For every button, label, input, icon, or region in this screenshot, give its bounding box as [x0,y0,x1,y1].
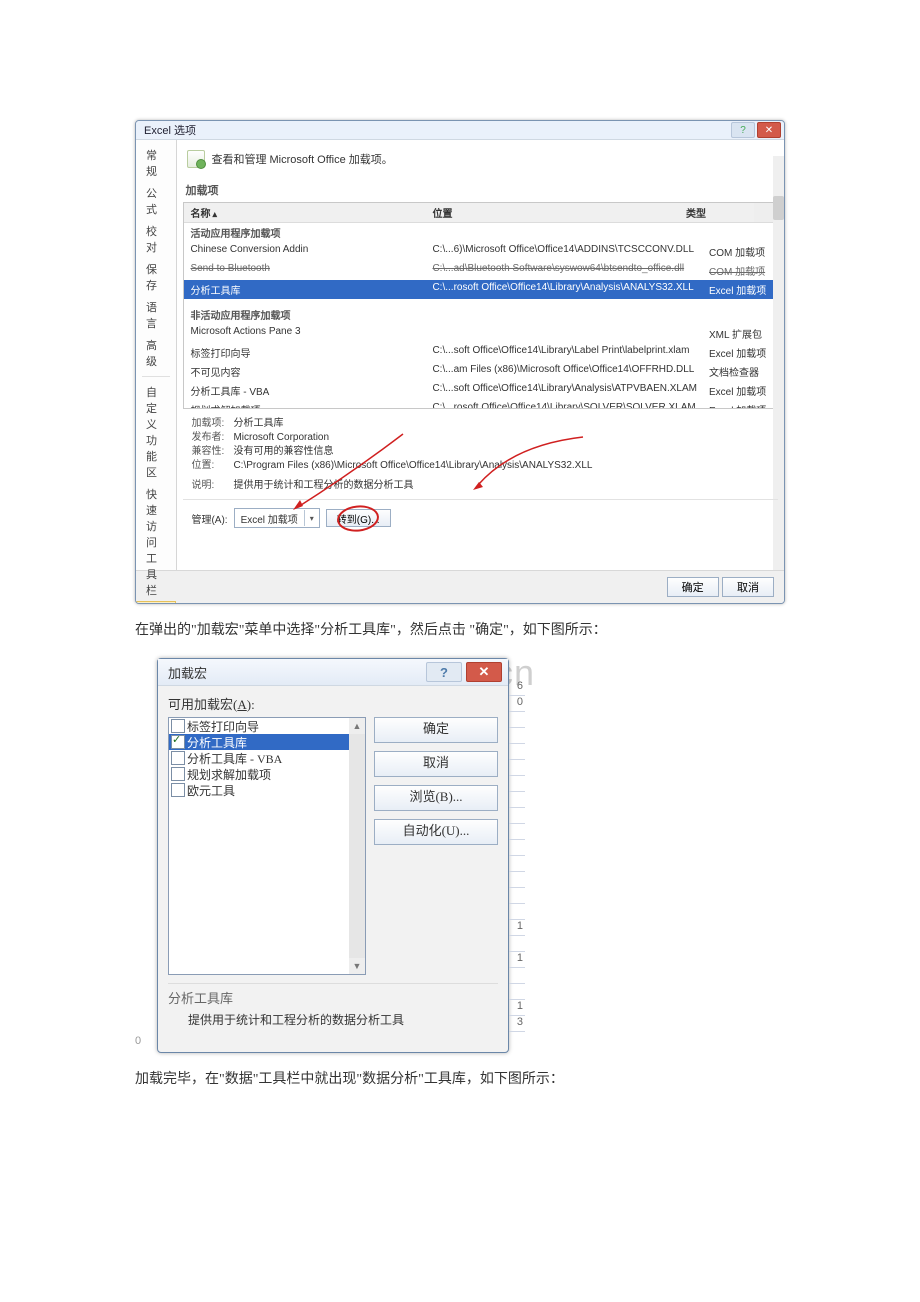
close-icon[interactable]: ✕ [757,122,781,138]
table-row[interactable]: Send to BluetoothC:\...ad\Bluetooth Soft… [184,261,777,280]
dlg2-titlebar[interactable]: 加载宏 ? ✕ [158,659,508,686]
manage-row: 管理(A): Excel 加载项 ▾ 转到(G)... [183,500,778,530]
excel-options-dialog: Excel 选项 ? ✕ 常规公式校对保存语言高级自定义功能区快速访问工具栏加载… [135,120,785,604]
sidebar-item[interactable]: 校对 [136,220,176,258]
available-addins-label: 可用加载宏(A): [168,694,498,713]
sheet-right-edge: 601113 [509,658,525,1053]
section-title: 加载项 [185,182,778,198]
cancel-button[interactable]: 取消 [722,577,774,597]
table-row[interactable]: 分析工具库C:\...rosoft Office\Office14\Librar… [184,280,777,299]
automation-button[interactable]: 自动化(U)... [374,819,498,845]
addins-listbox[interactable]: 标签打印向导分析工具库分析工具库 - VBA规划求解加载项欧元工具 ▲ ▼ [168,717,366,975]
paragraph-1: 在弹出的"加载宏"菜单中选择"分析工具库"，然后点击 "确定"，如下图所示： [135,620,785,642]
list-item[interactable]: 分析工具库 - VBA [169,750,365,766]
ok-button[interactable]: 确定 [374,717,498,743]
left-nav: 常规公式校对保存语言高级自定义功能区快速访问工具栏加载项信任中心 [136,140,177,570]
addin-icon [187,150,205,168]
close-icon[interactable]: ✕ [466,662,502,682]
chevron-down-icon: ▾ [304,510,319,526]
addins-dialog: 加载宏 ? ✕ 可用加载宏(A): 标签打印向导分析工具库分析工具库 - VBA… [157,658,509,1053]
addin-detail: 加载项:分析工具库 发布者:Microsoft Corporation 兼容性:… [183,415,778,500]
checkbox[interactable] [171,719,185,733]
checkbox[interactable] [171,751,185,765]
checkbox[interactable] [171,783,185,797]
table-row[interactable]: 不可见内容C:\...am Files (x86)\Microsoft Offi… [184,362,777,381]
dlg1-titlebar[interactable]: Excel 选项 ? ✕ [136,121,784,140]
dlg2-title: 加载宏 [168,663,207,682]
sidebar-item[interactable]: 公式 [136,182,176,220]
list-item[interactable]: 分析工具库 [169,734,365,750]
sidebar-item[interactable]: 高级 [136,334,176,372]
sidebar-item[interactable]: 自定义功能区 [136,381,176,483]
sidebar-item[interactable]: 常规 [136,144,176,182]
table-row[interactable]: 规划求解加载项C:\...rosoft Office\Office14\Libr… [184,400,777,408]
help-icon[interactable]: ? [426,662,462,682]
ok-button[interactable]: 确定 [667,577,719,597]
sidebar-item[interactable]: 保存 [136,258,176,296]
table-row[interactable]: Chinese Conversion AddinC:\...6)\Microso… [184,242,777,261]
sidebar-item[interactable]: 快速访问工具栏 [136,483,176,601]
listbox-scrollbar[interactable]: ▲ ▼ [349,718,365,974]
table-row[interactable]: 标签打印向导C:\...soft Office\Office14\Library… [184,343,777,362]
addin-table-header[interactable]: 名称▴ 位置 类型 [184,203,777,223]
addin-info: 分析工具库 提供用于统计和工程分析的数据分析工具 [168,983,498,1042]
cancel-button[interactable]: 取消 [374,751,498,777]
paragraph-2: 加载完毕，在"数据"工具栏中就出现"数据分析"工具库，如下图所示： [135,1069,785,1091]
sidebar-item[interactable]: 加载项 [136,601,176,604]
manage-label: 管理(A): [191,511,227,526]
manage-combo[interactable]: Excel 加载项 ▾ [234,508,320,528]
table-row[interactable]: 分析工具库 - VBAC:\...soft Office\Office14\Li… [184,381,777,400]
help-icon[interactable]: ? [731,122,755,138]
list-item[interactable]: 标签打印向导 [169,718,365,734]
scroll-down-icon[interactable]: ▼ [349,958,365,974]
scrollbar-thumb[interactable] [773,202,778,220]
scroll-up-icon[interactable]: ▲ [349,718,365,734]
list-item[interactable]: 欧元工具 [169,782,365,798]
sheet-left-edge: 0 [135,658,147,1053]
goto-button[interactable]: 转到(G)... [326,509,391,527]
sidebar-item[interactable]: 语言 [136,296,176,334]
pane-header-text: 查看和管理 Microsoft Office 加载项。 [211,151,392,167]
checkbox[interactable] [171,767,185,781]
list-item[interactable]: 规划求解加载项 [169,766,365,782]
table-row[interactable]: Microsoft Actions Pane 3XML 扩展包 [184,324,777,343]
addin-table: 名称▴ 位置 类型 活动应用程序加载项Chinese Conversion Ad… [183,202,778,409]
checkbox[interactable] [171,735,185,749]
browse-button[interactable]: 浏览(B)... [374,785,498,811]
dlg1-title: Excel 选项 [144,122,196,138]
